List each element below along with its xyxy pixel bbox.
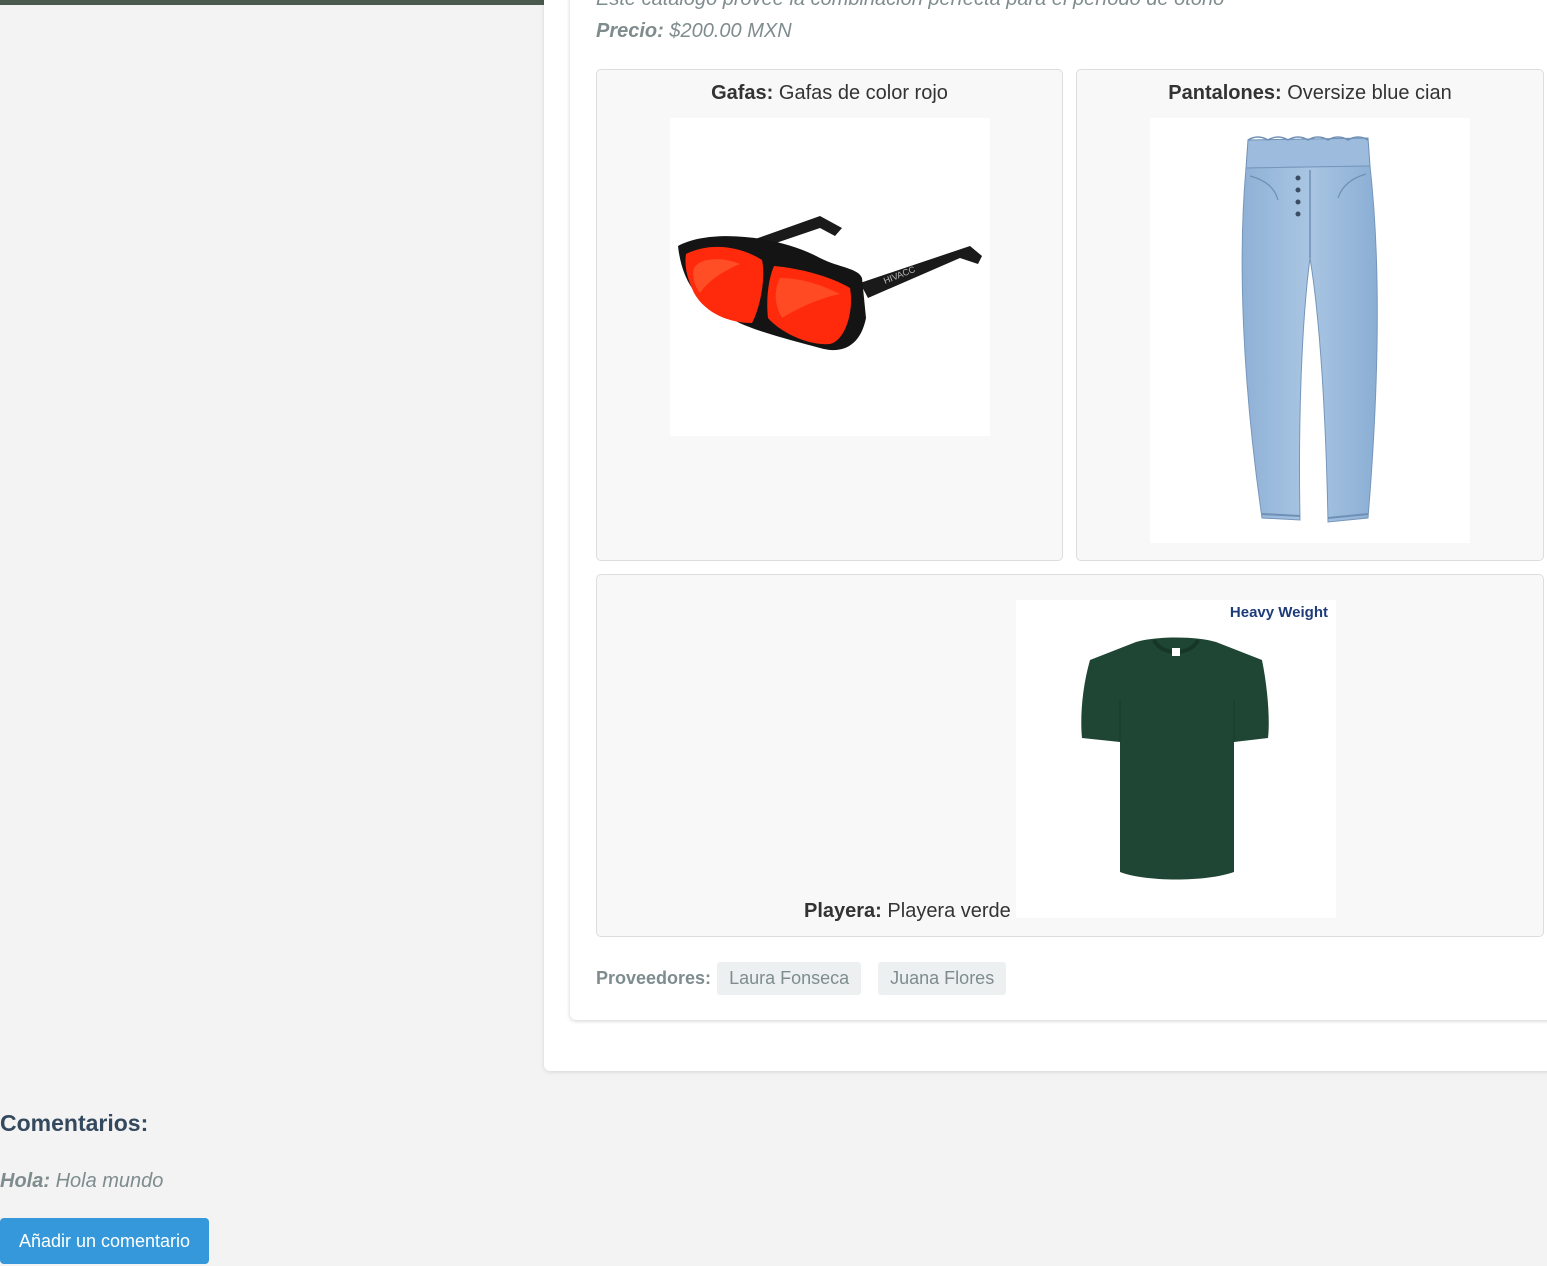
red-sunglasses-image: HIVACC [670,118,990,436]
provider-tag[interactable]: Juana Flores [878,962,1007,995]
product-card-playera: Playera: Playera verde Heavy Weight [596,574,1544,937]
comments-title: Comentarios: [0,1110,149,1136]
provider-tag[interactable]: Laura Fonseca [717,962,862,995]
comment-author: Hola: [0,1170,50,1192]
providers-row: Proveedores: Laura Fonseca Juana Flores [596,962,1007,995]
heavy-weight-label: Heavy Weight [1229,604,1328,621]
product-name: Oversize blue cian [1287,82,1452,104]
product-title: Playera: Playera verde [804,900,1011,923]
product-name: Gafas de color rojo [778,82,948,104]
product-card-pantalones: Pantalones: Oversize blue cian [1076,69,1544,561]
green-tshirt-image: Heavy Weight [1016,600,1336,918]
blue-jeans-image [1150,118,1470,543]
product-title: Pantalones: Oversize blue cian [1077,82,1543,105]
comment-text: Hola mundo [55,1170,164,1192]
price-label: Precio: [596,20,664,42]
product-category: Pantalones: [1168,82,1282,104]
catalog-description: Este catálogo provee la combinación perf… [596,0,1224,11]
product-category: Playera: [804,900,882,922]
product-title: Gafas: Gafas de color rojo [597,82,1062,105]
comment-item: Hola: Hola mundo [0,1170,163,1193]
catalog-price: Precio: $200.00 MXN [596,20,792,43]
add-comment-button[interactable]: Añadir un comentario [0,1218,209,1264]
product-card-gafas: Gafas: Gafas de color rojo HIVACC [596,69,1063,561]
price-value: $200.00 MXN [669,20,792,42]
providers-label: Proveedores: [596,968,712,988]
product-category: Gafas: [711,82,774,104]
product-name: Playera verde [887,900,1011,922]
